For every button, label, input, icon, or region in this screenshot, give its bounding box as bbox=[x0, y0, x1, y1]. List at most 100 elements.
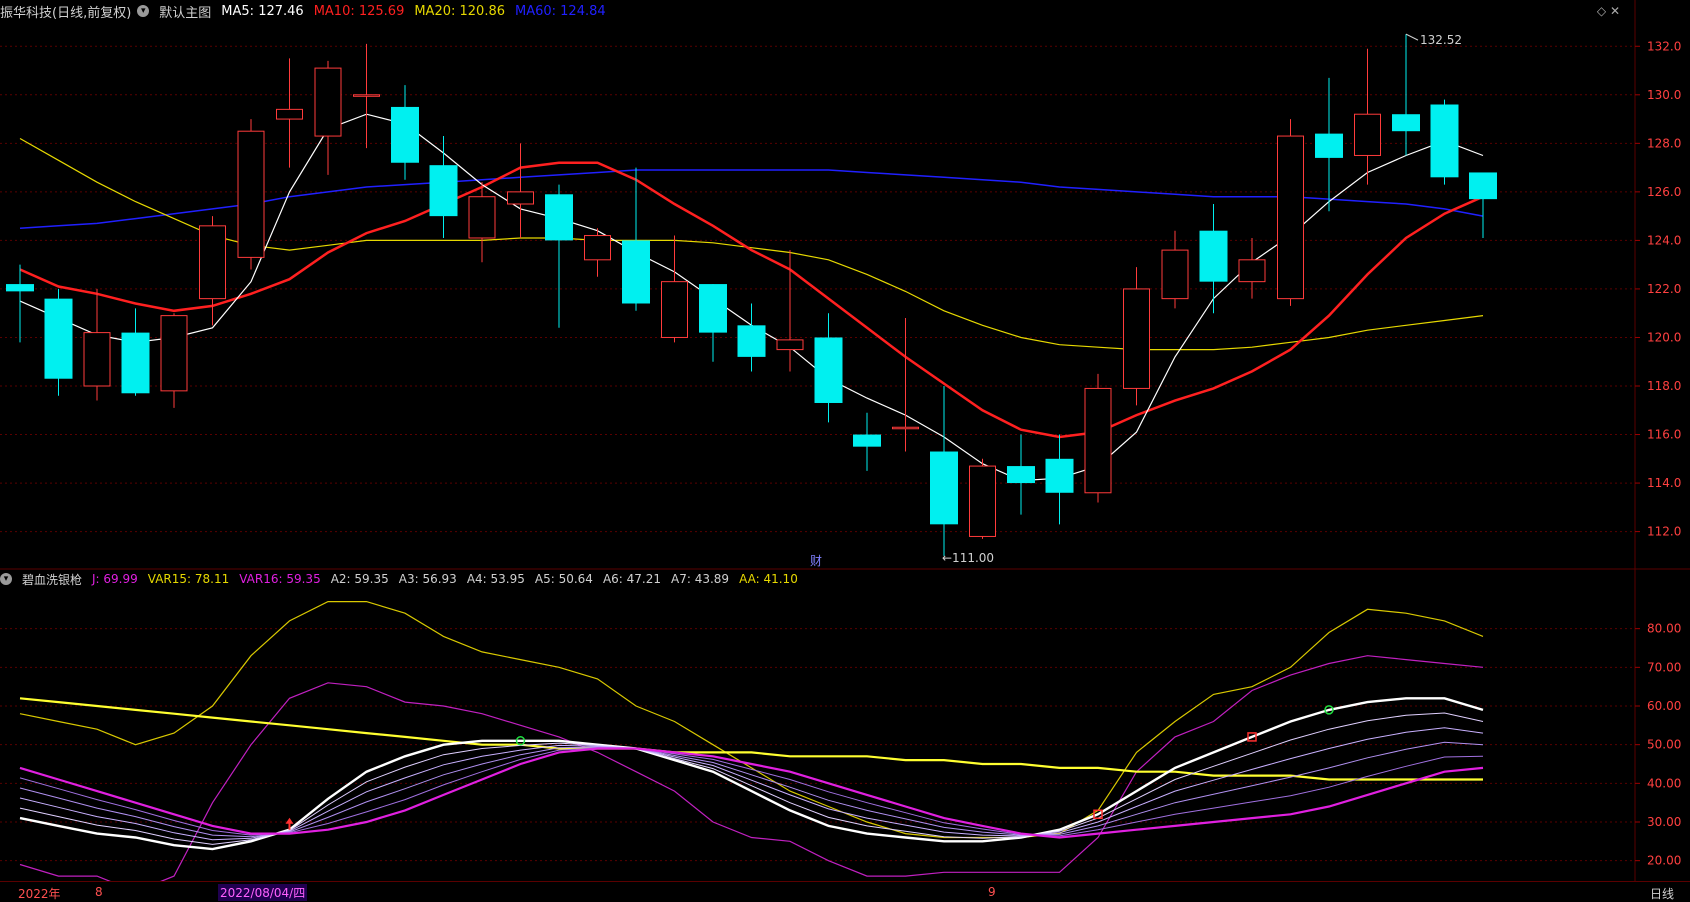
candle-body-up bbox=[353, 94, 380, 97]
candle bbox=[83, 288, 111, 401]
price-tick-label: 122.0 bbox=[1647, 282, 1681, 296]
candle bbox=[121, 308, 150, 396]
candle-body-down bbox=[1199, 230, 1228, 282]
candle-body-down bbox=[1315, 133, 1343, 158]
candle bbox=[699, 284, 727, 362]
candle bbox=[468, 182, 496, 263]
candle bbox=[661, 235, 688, 343]
year-label: 2022年 bbox=[18, 887, 61, 901]
price-tick-label: 124.0 bbox=[1647, 233, 1681, 247]
ind-value-a4: A4: 53.95 bbox=[466, 572, 525, 586]
indicator-header: ▾ 碧血洗银枪 J: 69.99 VAR15: 78.11 VAR16: 59.… bbox=[0, 569, 1635, 589]
candle-body-down bbox=[1469, 172, 1497, 200]
candle-body-up bbox=[1084, 387, 1112, 494]
candle-body-down bbox=[699, 284, 727, 333]
candle bbox=[1238, 237, 1266, 299]
candle-body-up bbox=[1238, 259, 1266, 283]
ind-value-a7: A7: 43.89 bbox=[671, 572, 730, 586]
candle bbox=[853, 412, 881, 471]
settings-icon[interactable]: ▾ bbox=[0, 573, 12, 585]
indicator-tick-label: 80.00 bbox=[1647, 622, 1681, 636]
candle bbox=[1354, 48, 1381, 185]
candle-body-up bbox=[661, 281, 688, 338]
candle-body-up bbox=[1354, 113, 1381, 156]
indicator-tick-label: 70.00 bbox=[1647, 660, 1681, 674]
candle bbox=[1123, 267, 1150, 406]
candlestick-series[interactable] bbox=[6, 34, 1497, 556]
month-label-aug: 8 bbox=[95, 885, 103, 899]
candle-body-down bbox=[429, 165, 458, 217]
high-label: 132.52 bbox=[1420, 33, 1462, 47]
ind-value-aa: AA: 41.10 bbox=[739, 572, 798, 586]
candle-body-up bbox=[1161, 249, 1189, 300]
candle bbox=[429, 136, 458, 238]
j-line bbox=[19, 655, 1484, 893]
price-tick-label: 130.0 bbox=[1647, 88, 1681, 102]
ind-value-a6: A6: 47.21 bbox=[602, 572, 662, 586]
candle-body-up bbox=[892, 426, 919, 430]
indicator-tick-label: 40.00 bbox=[1647, 776, 1681, 790]
candle bbox=[1045, 434, 1074, 525]
candle bbox=[160, 313, 188, 408]
candle bbox=[1315, 77, 1343, 212]
diamond-icon[interactable]: ◇ bbox=[1597, 4, 1606, 18]
candle-body-down bbox=[853, 434, 881, 447]
candle-body-down bbox=[930, 451, 958, 525]
price-tick-label: 128.0 bbox=[1647, 136, 1681, 150]
ind-value-a5: A5: 50.64 bbox=[534, 572, 593, 586]
candle-body-up bbox=[199, 225, 226, 300]
candle-body-down bbox=[121, 332, 150, 394]
candle-body-up bbox=[160, 315, 188, 392]
indicator-lines bbox=[19, 600, 1484, 893]
candle bbox=[276, 58, 303, 168]
candle bbox=[353, 43, 380, 149]
candle bbox=[1277, 119, 1304, 306]
candle-body-up bbox=[83, 332, 111, 387]
price-tick-label: 116.0 bbox=[1647, 428, 1681, 442]
indicator-tick-label: 20.00 bbox=[1647, 854, 1681, 868]
main-chart-label[interactable]: 默认主图 bbox=[159, 2, 211, 21]
candle bbox=[776, 250, 804, 372]
price-tick-label: 120.0 bbox=[1647, 330, 1681, 344]
candle-body-down bbox=[814, 337, 843, 403]
close-icon[interactable]: ✕ bbox=[1610, 4, 1620, 18]
price-tick-label: 126.0 bbox=[1647, 185, 1681, 199]
time-axis: 2022年 8 2022/08/04/四 9 日线 bbox=[0, 881, 1690, 902]
ind-value-a3: A3: 56.93 bbox=[398, 572, 457, 586]
candle bbox=[1084, 373, 1112, 503]
candle bbox=[1199, 204, 1228, 314]
ma5-label: MA5: 127.46 bbox=[221, 3, 304, 19]
indicator-tick-label: 50.00 bbox=[1647, 738, 1681, 752]
indicator-name[interactable]: 碧血洗银枪 bbox=[22, 571, 82, 588]
settings-icon[interactable]: ▾ bbox=[137, 5, 150, 17]
candle bbox=[199, 216, 226, 326]
window-controls: ◇ ✕ bbox=[1597, 4, 1620, 18]
candle bbox=[1161, 230, 1189, 309]
candle bbox=[584, 228, 611, 277]
stock-chart-canvas[interactable]: 132.0 130.0 128.0 126.0 124.0 122.0 120.0 118.0… bbox=[0, 0, 1690, 901]
indicator-tick-label: 30.00 bbox=[1647, 815, 1681, 829]
candle-body-down bbox=[622, 240, 650, 304]
stock-name[interactable]: 振华科技(日线,前复权) bbox=[0, 2, 131, 21]
candle-body-down bbox=[6, 284, 34, 292]
candle bbox=[44, 288, 73, 396]
ma20-label: MA20: 120.86 bbox=[414, 3, 505, 19]
candle bbox=[737, 303, 766, 372]
candle-body-up bbox=[507, 191, 534, 205]
ind-value-j: J: 69.99 bbox=[92, 572, 138, 586]
a-band-line bbox=[19, 741, 1484, 838]
period-label[interactable]: 日线 bbox=[1650, 885, 1674, 902]
candle-body-down bbox=[1045, 458, 1074, 493]
date-cursor-label: 2022/08/04/四 bbox=[218, 884, 308, 901]
candle bbox=[969, 458, 996, 539]
high-pointer bbox=[1405, 33, 1419, 41]
ind-value-var16: VAR16: 59.35 bbox=[239, 572, 321, 586]
candle bbox=[1430, 99, 1459, 185]
ma10-label: MA10: 125.69 bbox=[313, 3, 405, 19]
candle bbox=[1007, 434, 1035, 515]
candle-body-up bbox=[276, 108, 303, 120]
main-chart-header: 振华科技(日线,前复权) ▾ 默认主图 MA5: 127.46 MA10: 12… bbox=[0, 0, 1635, 22]
candle bbox=[6, 264, 34, 343]
candle-body-up bbox=[584, 235, 611, 261]
candle bbox=[1469, 172, 1497, 238]
